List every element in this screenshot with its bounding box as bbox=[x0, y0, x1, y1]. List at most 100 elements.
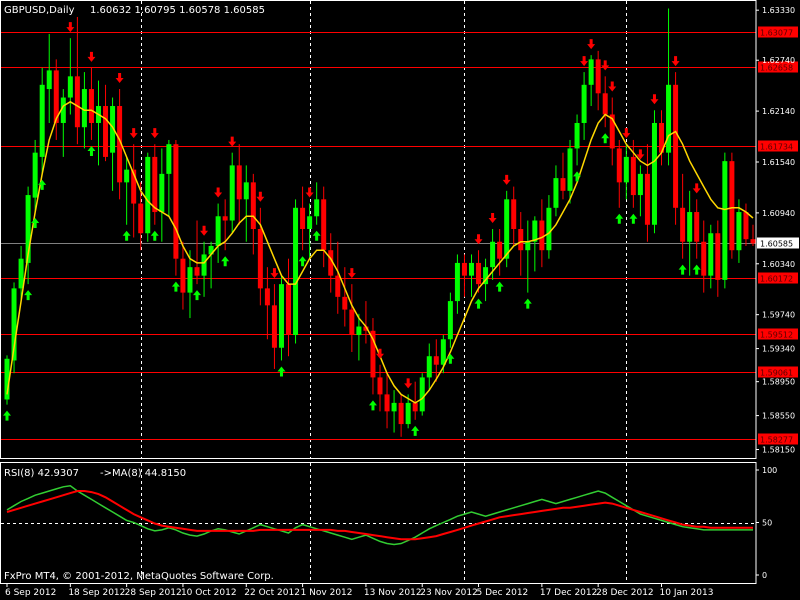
candle-body bbox=[405, 402, 411, 425]
candle-body bbox=[271, 305, 277, 348]
candle-body bbox=[356, 326, 362, 336]
candle-body bbox=[532, 220, 538, 242]
price-axis-label: 1.58150 bbox=[762, 446, 795, 455]
candle-body bbox=[595, 59, 601, 94]
date-axis-label: 5 Dec 2012 bbox=[477, 588, 529, 598]
candle-body bbox=[314, 199, 320, 217]
candle-body bbox=[539, 220, 545, 251]
candle-body bbox=[440, 339, 446, 365]
candle-body bbox=[525, 241, 531, 251]
candle-body bbox=[419, 377, 425, 412]
candle-body bbox=[476, 262, 482, 285]
rsi-axis-label: 0 bbox=[762, 571, 767, 580]
rsi-title: RSI(8) 42.9307 bbox=[4, 468, 79, 479]
price-axis-label: 1.62740 bbox=[762, 56, 795, 65]
candle-body bbox=[644, 173, 650, 225]
candle-body bbox=[715, 233, 721, 280]
price-axis-label: 1.58950 bbox=[762, 378, 795, 387]
candle-body bbox=[229, 165, 235, 221]
candle-body bbox=[722, 161, 728, 280]
candle-body bbox=[138, 203, 144, 234]
candle-body bbox=[145, 156, 151, 234]
candle-body bbox=[602, 93, 608, 115]
price-axis-label: 1.60340 bbox=[762, 260, 795, 269]
candle-body bbox=[124, 169, 130, 183]
candle-body bbox=[46, 70, 52, 90]
price-axis-label: 1.59740 bbox=[762, 311, 795, 320]
candle-body bbox=[412, 402, 418, 412]
candle-body bbox=[518, 229, 524, 251]
level-price-tag-text: 1.59061 bbox=[760, 369, 793, 378]
candle-body bbox=[673, 84, 679, 208]
candle-body bbox=[468, 262, 474, 276]
candle-body bbox=[67, 76, 73, 98]
price-axis-label: 1.58550 bbox=[762, 412, 795, 421]
candle-body bbox=[623, 156, 629, 183]
candle-body bbox=[546, 207, 552, 251]
candle-body bbox=[701, 241, 707, 276]
candle-body bbox=[81, 89, 87, 128]
rsi-axis-label: 50 bbox=[762, 519, 772, 528]
candle-body bbox=[187, 267, 193, 293]
candle-body bbox=[680, 207, 686, 242]
candle-body bbox=[461, 262, 467, 276]
candle-body bbox=[321, 199, 327, 251]
candle-body bbox=[201, 254, 207, 276]
candle-body bbox=[574, 122, 580, 149]
date-axis-label: 10 Jan 2013 bbox=[660, 588, 714, 598]
candle-body bbox=[743, 212, 749, 240]
candle-body bbox=[666, 84, 672, 153]
mt4-chart-window[interactable]: 1.630771.626581.617341.601721.595121.590… bbox=[0, 0, 800, 600]
candle-body bbox=[736, 212, 742, 251]
date-axis-label: 28 Sep 2012 bbox=[125, 588, 182, 598]
level-price-tag-text: 1.59512 bbox=[760, 331, 793, 340]
ohlc-readout: 1.60632 1.60795 1.60578 1.60585 bbox=[90, 5, 265, 16]
price-axis-label: 1.63330 bbox=[762, 6, 795, 15]
candle-body bbox=[335, 275, 341, 297]
date-axis-label: 22 Oct 2012 bbox=[244, 588, 300, 598]
level-price-tag-text: 1.63077 bbox=[760, 29, 793, 38]
price-axis-label: 1.60940 bbox=[762, 209, 795, 218]
candle-body bbox=[307, 216, 313, 229]
candle-body bbox=[729, 161, 735, 251]
candle-body bbox=[377, 377, 383, 395]
level-price-tag-text: 1.61734 bbox=[760, 143, 793, 152]
candle-body bbox=[504, 199, 510, 259]
candle-body bbox=[651, 122, 657, 225]
candle-body bbox=[637, 173, 643, 196]
date-axis-label: 17 Dec 2012 bbox=[540, 588, 598, 598]
copyright-label: FxPro MT4, © 2001-2012, MetaQuotes Softw… bbox=[4, 571, 274, 582]
candle-body bbox=[447, 301, 453, 340]
candle-body bbox=[166, 144, 172, 174]
candle-body bbox=[588, 59, 594, 85]
candle-body bbox=[300, 207, 306, 229]
candle-body bbox=[560, 178, 566, 191]
candle-body bbox=[581, 84, 587, 123]
candle-body bbox=[398, 402, 404, 425]
candle-body bbox=[708, 233, 714, 276]
candle-body bbox=[497, 241, 503, 259]
symbol-label: GBPUSD,Daily bbox=[4, 5, 75, 16]
candle-body bbox=[342, 296, 348, 310]
date-axis-label: 6 Sep 2012 bbox=[5, 588, 56, 598]
date-axis-label: 23 Nov 2012 bbox=[420, 588, 478, 598]
candle-body bbox=[173, 144, 179, 259]
level-price-tag-text: 1.60172 bbox=[760, 275, 793, 284]
candle-body bbox=[433, 356, 439, 365]
candle-body bbox=[103, 106, 109, 157]
rsi-ma-title: ->MA(8) 44.8150 bbox=[100, 468, 186, 479]
candle-body bbox=[264, 288, 270, 306]
candle-body bbox=[180, 258, 186, 293]
date-axis-label: 10 Oct 2012 bbox=[181, 588, 237, 598]
candle-body bbox=[286, 284, 292, 336]
candle-body bbox=[32, 152, 38, 198]
candle-body bbox=[687, 212, 693, 242]
candle-body bbox=[243, 182, 249, 200]
candle-body bbox=[236, 165, 242, 200]
candle-body bbox=[257, 229, 263, 289]
candle-body bbox=[194, 267, 200, 276]
candle-body bbox=[152, 156, 158, 213]
candle-body bbox=[511, 199, 517, 229]
candle-body bbox=[349, 309, 355, 336]
date-axis-label: 18 Sep 2012 bbox=[68, 588, 125, 598]
